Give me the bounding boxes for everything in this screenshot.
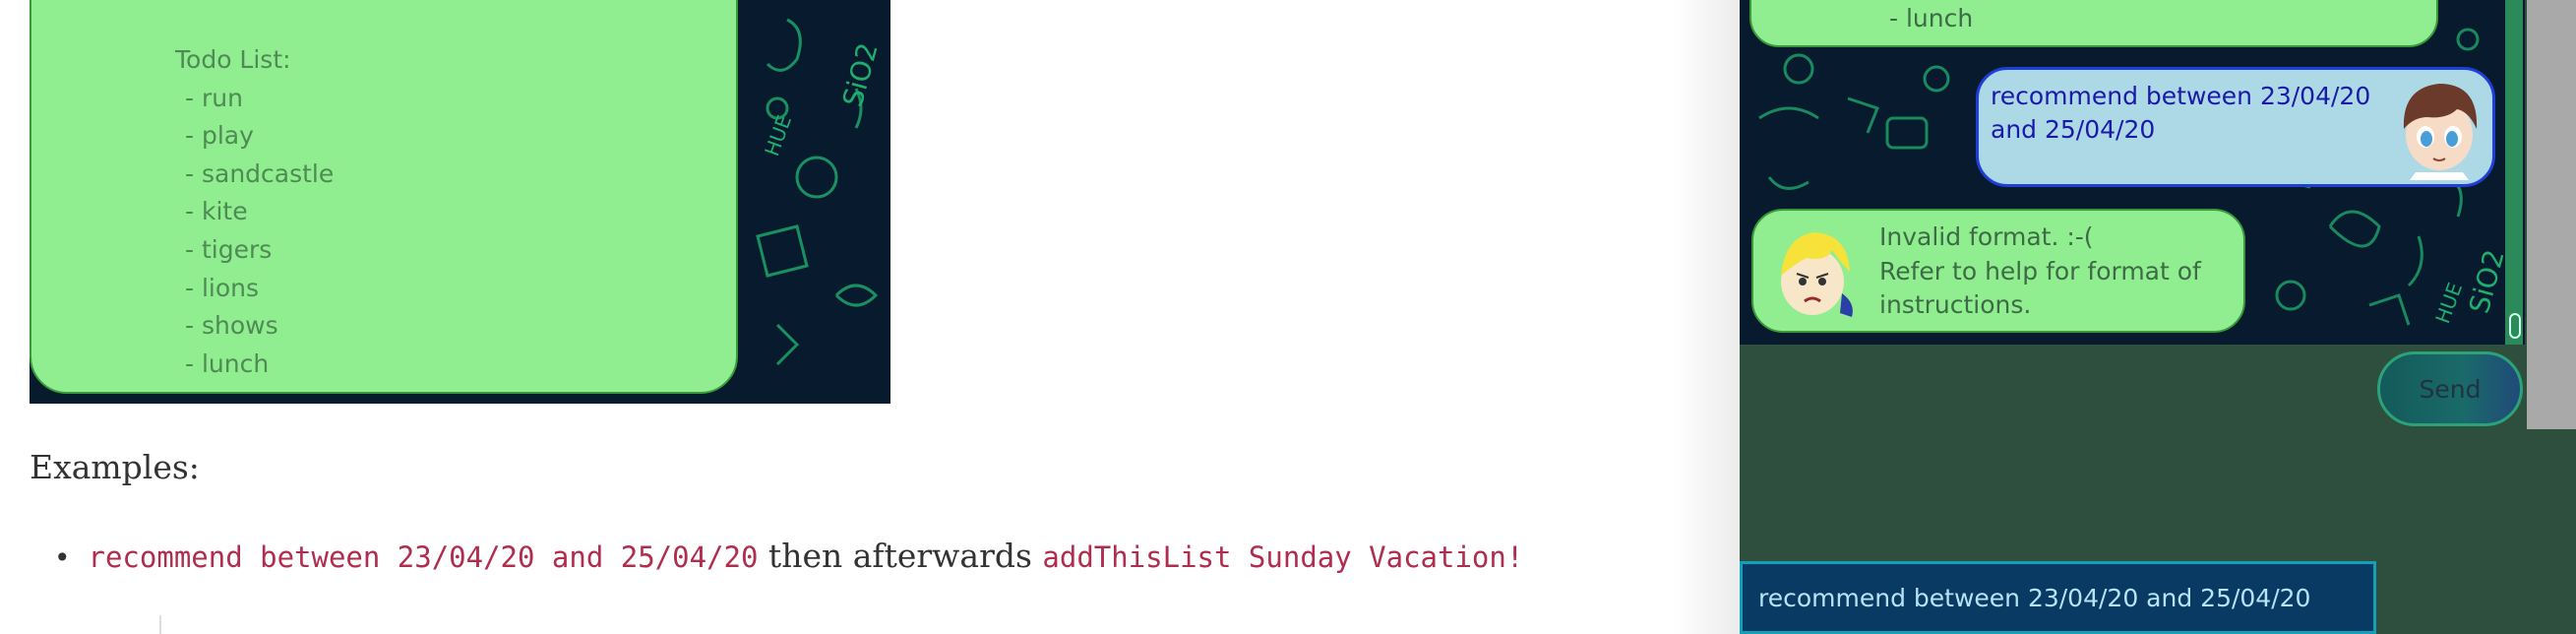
doc-message-bubble <box>30 0 738 394</box>
todo-list: Todo List: - run - play - sandcastle - k… <box>175 41 334 383</box>
user-input-field[interactable]: recommend between 23/04/20 and 25/04/20 <box>1740 561 2376 634</box>
example-command-code: recommend between 23/04/20 and 25/04/20 <box>88 540 759 574</box>
examples-heading: Examples: <box>30 448 200 486</box>
duke-message-bubble: Invalid format. :-( Refer to help for fo… <box>1751 209 2245 333</box>
doc-screenshot: SiO2 HUE Todo List: - run - play - sandc… <box>30 0 890 404</box>
blockquote-rule <box>159 615 161 634</box>
todo-item: - tigers <box>185 234 273 264</box>
todo-item: - sandcastle <box>185 158 335 188</box>
example-connector-text: then afterwards <box>758 537 1043 575</box>
example-followup-code: addThisList Sunday Vacation! <box>1042 540 1524 574</box>
dialog-container[interactable]: SiO2 HUE - lunch recommend between 23/04… <box>1740 0 2525 345</box>
svg-text:HUE: HUE <box>2430 280 2467 327</box>
screen: SiO2 HUE Todo List: - run - play - sandc… <box>0 0 2576 634</box>
todo-item: - run <box>185 83 243 112</box>
message-text: Invalid format. :-( Refer to help for fo… <box>1879 221 2234 323</box>
message-line: Refer to help for format of <box>1879 256 2201 285</box>
svg-text:HUE: HUE <box>760 112 796 159</box>
send-button[interactable]: Send <box>2377 351 2523 426</box>
example-list-item: • recommend between 23/04/20 and 25/04/20… <box>54 537 1523 575</box>
message-text: - lunch <box>1889 4 1974 32</box>
svg-text:SiO2: SiO2 <box>2463 246 2511 317</box>
message-line: instructions. <box>1879 290 2032 319</box>
window-shadow <box>1673 0 1742 634</box>
user-avatar-icon <box>2403 84 2478 180</box>
chat-scrollbar-track[interactable] <box>2505 0 2523 345</box>
user-message-bubble: recommend between 23/04/20 and 25/04/20 <box>1976 67 2495 187</box>
duke-avatar-icon <box>1781 232 1853 317</box>
todo-item: - play <box>185 121 254 151</box>
todo-item: - shows <box>185 311 278 341</box>
window-scrollbar[interactable] <box>2527 0 2576 429</box>
svg-text:SiO2: SiO2 <box>836 39 885 110</box>
message-text: recommend between 23/04/20 and 25/04/20 <box>1991 82 2371 144</box>
message-line: Invalid format. :-( <box>1879 222 2094 251</box>
bullet: • <box>54 541 71 574</box>
app-window: SiO2 HUE - lunch recommend between 23/04… <box>1740 0 2576 634</box>
todo-title: Todo List: <box>175 45 291 74</box>
todo-item: - lions <box>185 273 260 302</box>
chat-scrollbar-thumb[interactable] <box>2509 313 2521 339</box>
todo-item: - lunch <box>185 349 270 378</box>
duke-message-bubble: - lunch <box>1749 0 2438 47</box>
todo-item: - kite <box>185 197 248 226</box>
